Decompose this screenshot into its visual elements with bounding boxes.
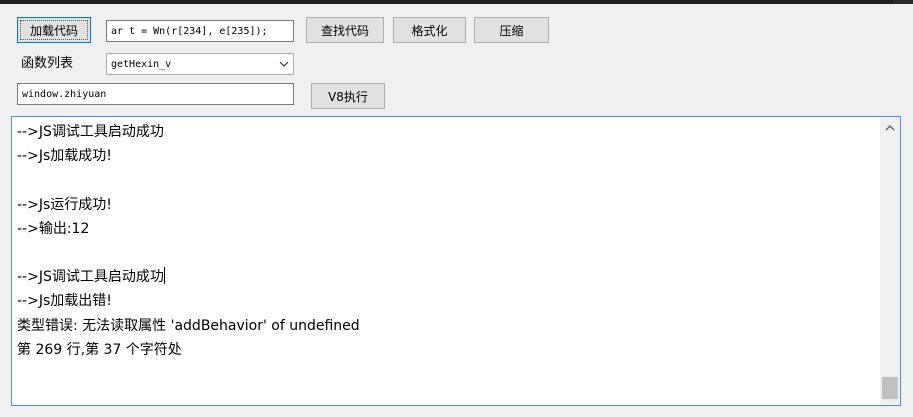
scrollbar-thumb[interactable] [882,377,898,399]
vertical-scrollbar[interactable] [880,117,900,405]
load-code-button[interactable]: 加载代码 [17,17,91,43]
compress-button[interactable]: 压缩 [474,17,549,43]
code-input[interactable]: ar t = Wn(r[234], e[235]); [106,20,294,42]
chevron-down-icon[interactable] [275,55,293,73]
console-line: 第 269 行,第 37 个字符处 [17,341,182,358]
scroll-up-icon[interactable] [880,117,900,139]
status-strip [0,406,913,417]
window-top-edge [0,0,913,4]
console-line-active: -->JS调试工具启动成功 [17,265,877,289]
function-list-selected: getHexin_v [111,58,172,70]
console-line-text: -->JS调试工具启动成功 [17,269,164,286]
expression-input[interactable]: window.zhiyuan [17,83,294,105]
console-line: -->JS调试工具启动成功 [17,124,164,140]
console-line: -->Js运行成功! [17,196,112,213]
v8-run-button[interactable]: V8执行 [311,83,385,109]
console-lines: -->JS调试工具启动成功 -->Js加载成功! -->Js运行成功! -->输… [17,120,877,362]
function-list-label: 函数列表 [21,56,74,71]
console-line: -->Js加载成功! [17,148,112,165]
text-caret [163,267,165,285]
console-line: -->Js加载出错! [17,293,112,310]
find-code-button[interactable]: 查找代码 [306,17,384,43]
console-line: -->输出:12 [17,220,90,237]
function-list-select[interactable]: getHexin_v [106,53,294,75]
format-button[interactable]: 格式化 [393,17,466,43]
title-strip [0,0,893,4]
console-line: 类型错误: 无法读取属性 'addBehavior' of undefined [17,317,360,334]
output-console[interactable]: -->JS调试工具启动成功 -->Js加载成功! -->Js运行成功! -->输… [11,116,901,406]
